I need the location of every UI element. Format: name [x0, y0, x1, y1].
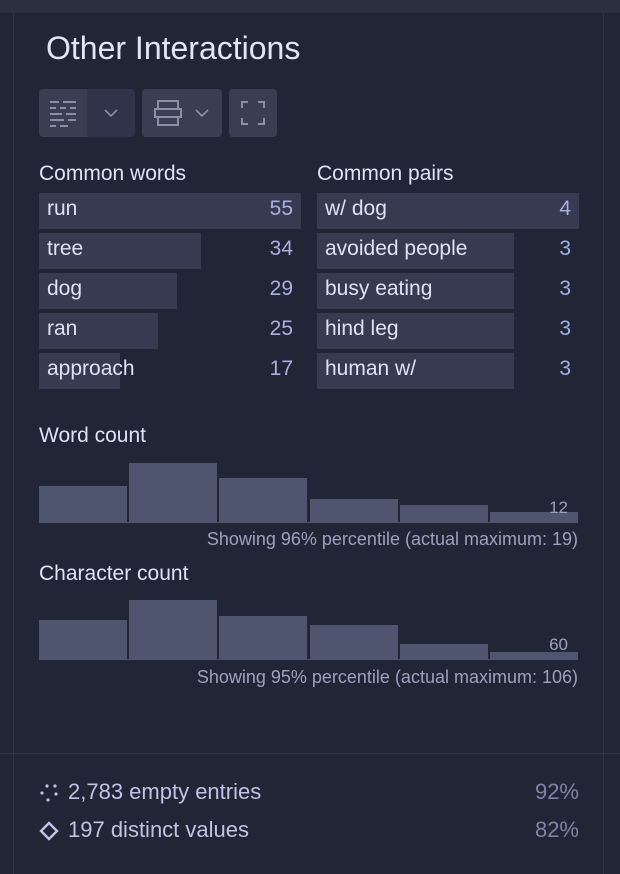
rows-icon [154, 99, 182, 127]
common-pair-count: 3 [559, 317, 571, 340]
chevron-down-icon [103, 108, 119, 118]
common-pair-row[interactable]: human w/3 [317, 353, 579, 389]
common-word-row[interactable]: tree 34 [39, 233, 301, 269]
section-divider [0, 753, 620, 754]
histogram-bar[interactable] [309, 625, 398, 659]
character-count-note: Showing 95% percentile (actual maximum: … [196, 667, 578, 687]
histogram-bar[interactable] [39, 620, 128, 659]
word-count-note: Showing 96% percentile (actual maximum: … [206, 529, 578, 549]
common-pair-label: hind leg [325, 317, 399, 340]
empty-entries-stat: 2,783 empty entries 92% [39, 779, 579, 809]
text-view-dropdown [39, 89, 135, 137]
common-word-label: dog [47, 277, 83, 300]
layout-button[interactable] [142, 89, 222, 137]
panel-title: Other Interactions [46, 30, 301, 66]
common-pairs-label: Common pairs [317, 162, 454, 185]
common-word-bar [39, 193, 301, 229]
common-pair-row[interactable]: hind leg 3 [317, 313, 579, 349]
histogram-bar[interactable] [129, 463, 218, 522]
common-word-label: ran [47, 317, 78, 340]
histogram-baseline [39, 659, 578, 660]
histogram-max-label: 60 [549, 635, 568, 654]
diamond-icon [39, 821, 59, 841]
text-view-button[interactable] [39, 89, 87, 137]
common-pairs-list: w/ dog 4 avoided people 3 busy eating 3 hind l… [317, 193, 579, 393]
histogram-bar[interactable] [399, 644, 488, 659]
common-words-label: Common words [39, 162, 187, 185]
histogram-max-label: 12 [549, 498, 568, 517]
histogram-bar[interactable] [219, 616, 308, 659]
common-word-label: run [47, 197, 78, 220]
text-view-dropdown-toggle[interactable] [87, 89, 135, 137]
common-word-label: tree [47, 237, 84, 260]
common-word-count: 34 [269, 237, 293, 260]
histogram-bar[interactable] [309, 499, 398, 522]
fullscreen-button[interactable] [229, 89, 277, 137]
common-pair-row[interactable]: avoided people 3 [317, 233, 579, 269]
histogram-bar[interactable] [129, 600, 218, 659]
distinct-values-text: 197 distinct values [68, 817, 249, 842]
common-word-row[interactable]: run 55 [39, 193, 301, 229]
fullscreen-icon [240, 100, 266, 126]
common-pair-label: busy eating [325, 277, 433, 300]
chevron-down-icon [194, 108, 210, 118]
common-pair-count: 3 [559, 357, 571, 380]
common-pair-count: 3 [559, 237, 571, 260]
toolbar [39, 89, 277, 137]
common-word-row[interactable]: approach 17 [39, 353, 301, 389]
word-count-label: Word count [39, 424, 146, 447]
top-bar [0, 0, 620, 13]
common-pair-label: avoided people [325, 237, 468, 260]
histogram-baseline [39, 522, 578, 523]
common-pair-row[interactable]: busy eating 3 [317, 273, 579, 309]
common-word-label: approach [47, 357, 135, 380]
common-pair-count: 3 [559, 277, 571, 300]
common-words-list: run 55 tree 34 dog 29 ran 25 approach 17 [39, 193, 301, 393]
common-word-row[interactable]: dog 29 [39, 273, 301, 309]
common-word-count: 17 [269, 357, 293, 380]
histogram-bar[interactable] [219, 478, 308, 522]
right-border [603, 13, 604, 874]
character-count-histogram: 60 [39, 599, 578, 660]
histogram-bar[interactable] [399, 505, 488, 522]
text-lines-icon [48, 99, 78, 127]
character-count-label: Character count [39, 562, 189, 585]
common-word-count: 55 [269, 197, 293, 220]
histogram-bar[interactable] [39, 486, 128, 522]
layout-dropdown [142, 89, 222, 137]
common-pair-count: 4 [559, 197, 571, 220]
fullscreen-group [229, 89, 277, 137]
common-pair-label: human w/ [325, 357, 417, 380]
common-word-count: 29 [269, 277, 293, 300]
common-word-row[interactable]: ran 25 [39, 313, 301, 349]
distinct-values-stat: 197 distinct values 82% [39, 817, 579, 847]
common-pair-row[interactable]: w/ dog 4 [317, 193, 579, 229]
distinct-values-percent: 82% [534, 817, 579, 842]
empty-entries-percent: 92% [534, 779, 579, 804]
common-word-count: 25 [269, 317, 293, 340]
left-border [13, 13, 14, 874]
empty-entries-text: 2,783 empty entries [68, 779, 262, 804]
word-count-histogram: 12 [39, 462, 578, 523]
empty-dots-icon [39, 783, 59, 803]
common-pair-label: w/ dog [325, 197, 387, 220]
